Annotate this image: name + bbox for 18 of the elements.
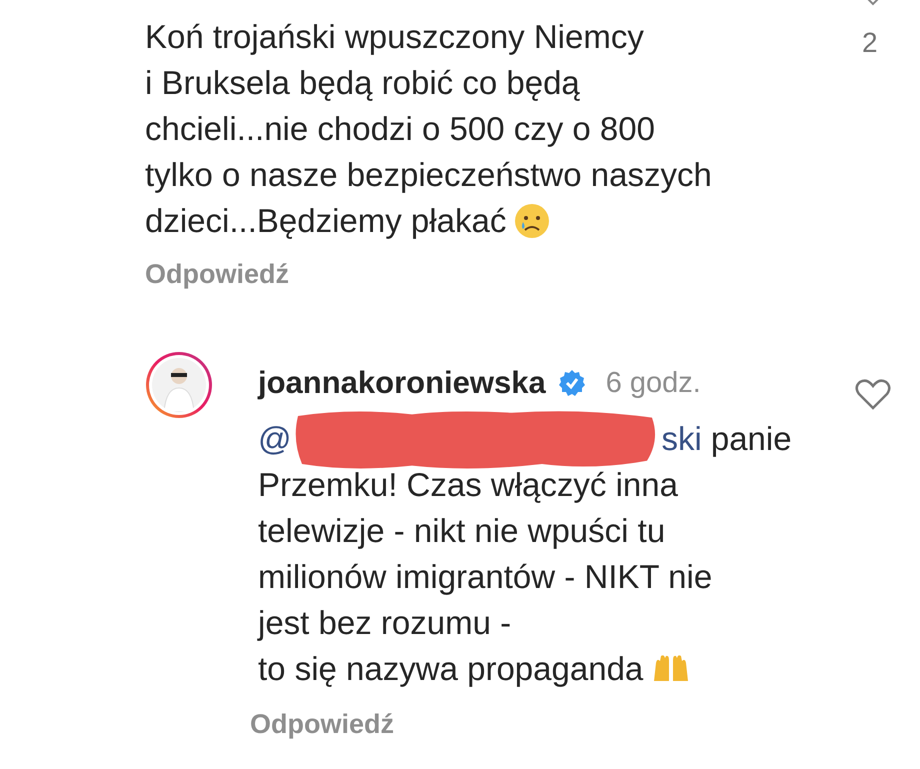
comment-line: i Bruksela będą robić co będą [145, 63, 580, 103]
comment-line: panie [710, 419, 792, 459]
comment-line: dzieci...Będziemy płakać [145, 201, 506, 241]
username[interactable]: joannakoroniewska [258, 360, 546, 406]
crying-face-icon [514, 203, 550, 239]
comment-line: jest bez rozumu - [258, 603, 512, 643]
comment-line: tylko o nasze bezpieczeństwo naszych [145, 155, 712, 195]
comment-line: to się nazywa propaganda [258, 649, 644, 689]
comment-line: chcieli...nie chodzi o 500 czy o 800 [145, 109, 655, 149]
comment-line: telewizje - nikt nie wpuści tu [258, 511, 666, 551]
comment-line: milionów imigrantów - NIKT nie [258, 557, 712, 597]
comment-line: Przemku! Czas włączyć inna [258, 465, 678, 505]
timestamp: 6 godz. [606, 366, 701, 400]
mention-start[interactable]: @ [258, 416, 292, 462]
comment-line: Koń trojański wpuszczony Niemcy [145, 17, 644, 57]
like-count: 2 [862, 26, 878, 60]
heart-icon[interactable] [855, 378, 891, 410]
mention-end[interactable]: ski [662, 416, 702, 462]
